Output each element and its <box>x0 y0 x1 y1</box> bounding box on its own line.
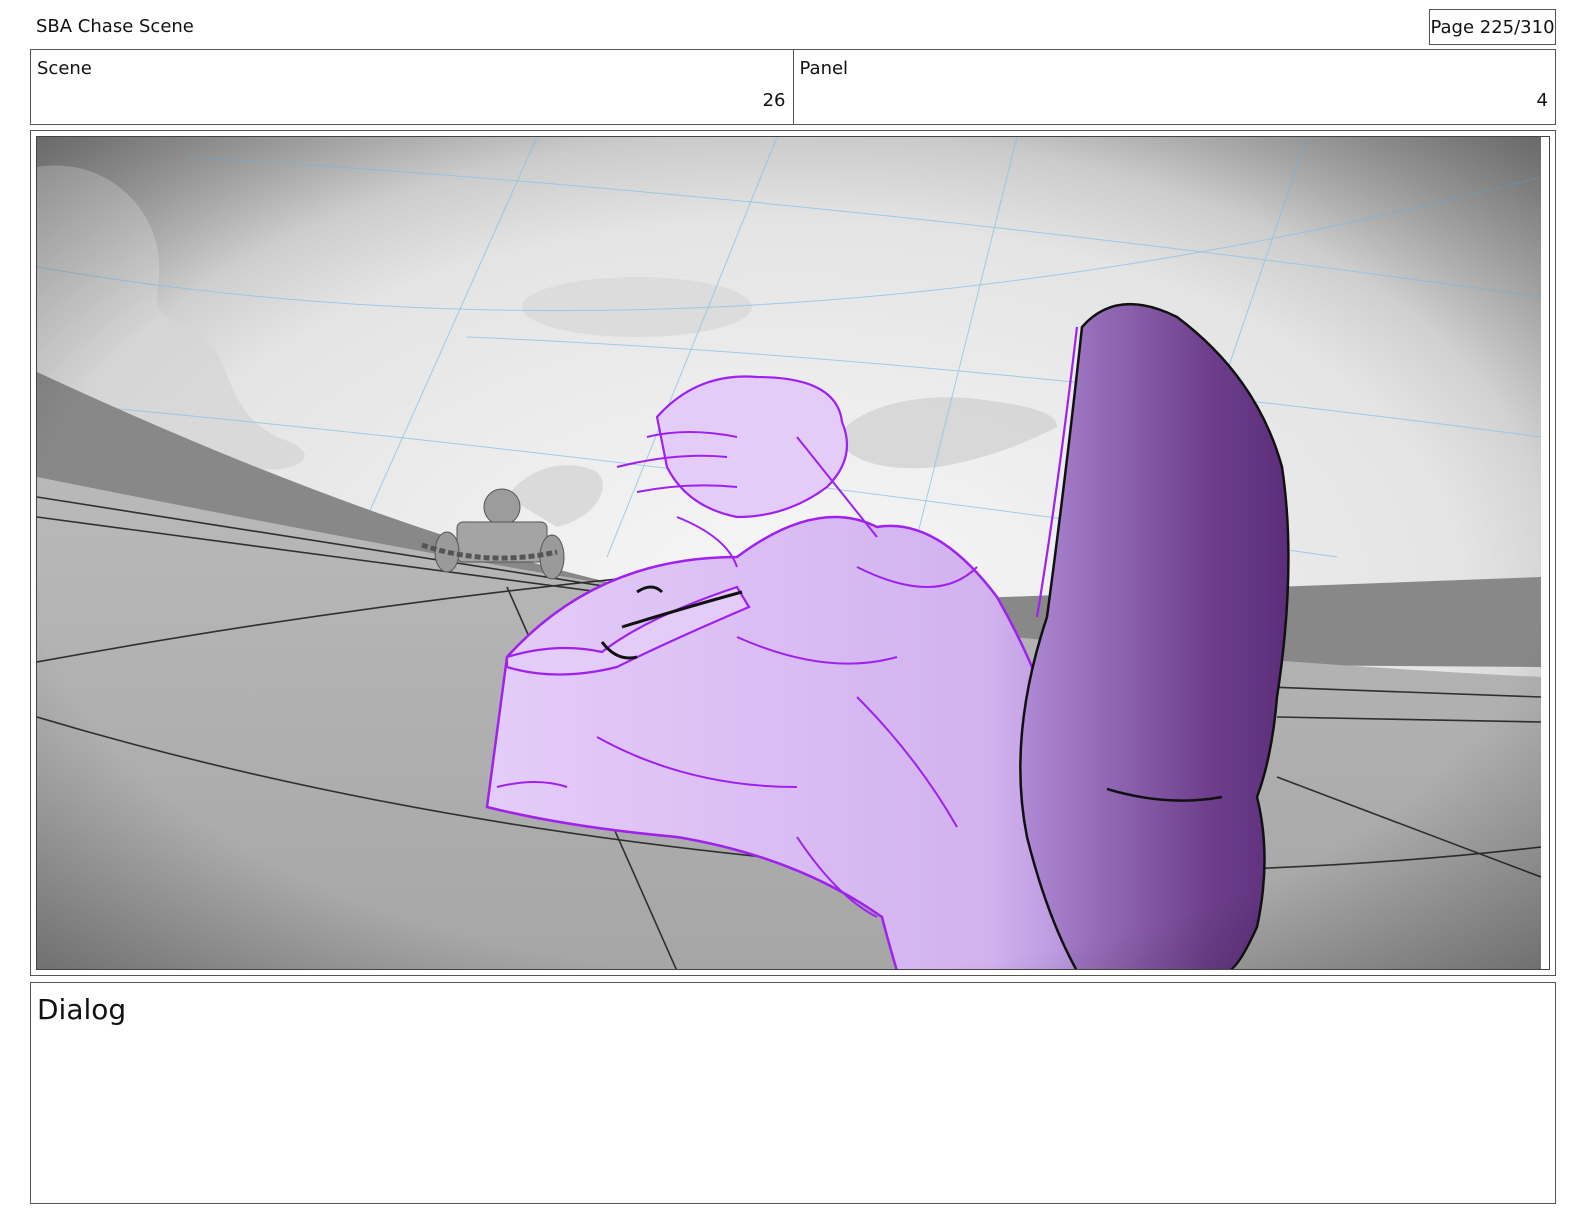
dialog-box: Dialog <box>30 982 1556 1204</box>
storyboard-title: SBA Chase Scene <box>36 16 194 37</box>
dialog-label: Dialog <box>37 993 127 1026</box>
scene-panel-row: Scene 26 Panel 4 <box>30 49 1556 125</box>
panel-label: Panel <box>799 58 849 79</box>
panel-cell: Panel 4 <box>792 50 1556 124</box>
scene-cell: Scene 26 <box>31 50 793 124</box>
panel-number: 4 <box>1536 90 1548 111</box>
storyboard-frame <box>30 130 1556 976</box>
scene-number: 26 <box>762 90 786 111</box>
storyboard-panel-image <box>36 136 1550 970</box>
page-counter-text: Page 225/310 <box>1430 16 1555 38</box>
page-counter: Page 225/310 <box>1429 9 1556 45</box>
scene-label: Scene <box>37 58 92 79</box>
panel-drawing <box>37 137 1541 969</box>
